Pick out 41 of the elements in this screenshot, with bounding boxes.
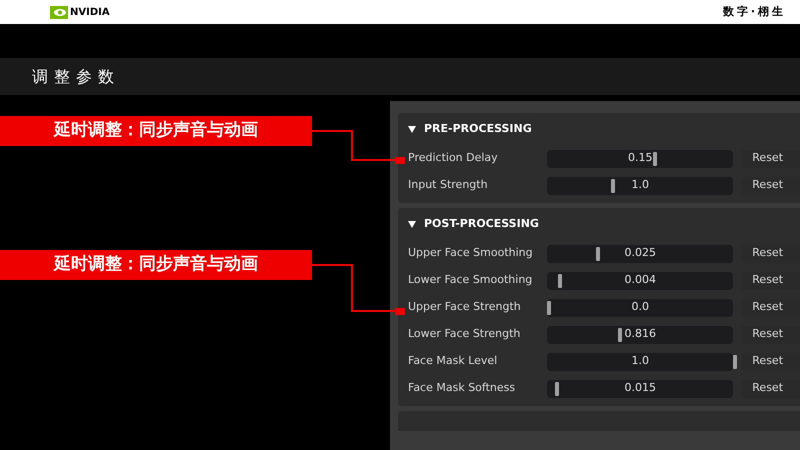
slider-track[interactable]: 0.025 (547, 244, 734, 262)
slider-thumb[interactable] (558, 274, 562, 288)
row-label: Lower Face Strength (408, 326, 522, 342)
tagline: 数字·栩生 (722, 4, 786, 20)
slider-value: 1.0 (632, 353, 650, 370)
slider-track[interactable]: 1.0 (547, 176, 734, 194)
row-label: Face Mask Level (408, 353, 498, 370)
slider-thumb[interactable] (618, 328, 622, 342)
callout-text: 延时调整：同步声音与动画 (54, 119, 258, 142)
section-header[interactable]: POST-PROCESSING (408, 208, 800, 240)
slider-thumb[interactable] (610, 178, 614, 192)
slider-value: 0.004 (624, 272, 656, 288)
slider-track[interactable]: 0.0 (547, 298, 734, 316)
slider-thumb[interactable] (547, 300, 552, 314)
brand-name: NVIDIA (70, 6, 110, 20)
section-title: POST-PROCESSING (424, 216, 539, 232)
row-label: Prediction Delay (408, 150, 499, 166)
slider-track[interactable]: 0.004 (547, 272, 734, 290)
slider-track[interactable]: 0.015 (547, 380, 734, 398)
row-label: Upper Face Smoothing (408, 245, 534, 262)
slider-value: 0.015 (624, 380, 656, 396)
slide-title: 调整参数 (32, 66, 120, 88)
slider-value: 0.15 (628, 150, 653, 166)
slider-value: 0.816 (624, 326, 656, 342)
row-label: Upper Face Strength (408, 299, 522, 316)
slider-track[interactable]: 0.816 (547, 326, 734, 344)
eye-logo-icon (50, 6, 68, 18)
row-label: Lower Face Smoothing (408, 272, 534, 288)
row-label: Face Mask Softness (408, 380, 516, 396)
slider-thumb[interactable] (733, 354, 738, 368)
slider-thumb[interactable] (653, 152, 658, 166)
section-title: PRE-PROCESSING (424, 120, 532, 137)
row-label: Input Strength (408, 177, 489, 194)
callout-text: 延时调整：同步声音与动画 (54, 253, 258, 276)
slider-track[interactable]: 0.15 (547, 150, 734, 168)
section-header[interactable]: PRE-PROCESSING (408, 113, 800, 145)
slider-thumb[interactable] (596, 246, 600, 260)
slider-value: 1.0 (632, 177, 650, 194)
slider-thumb[interactable] (554, 382, 559, 396)
slider-value: 0.025 (624, 245, 656, 262)
slider-value: 0.0 (632, 299, 650, 316)
